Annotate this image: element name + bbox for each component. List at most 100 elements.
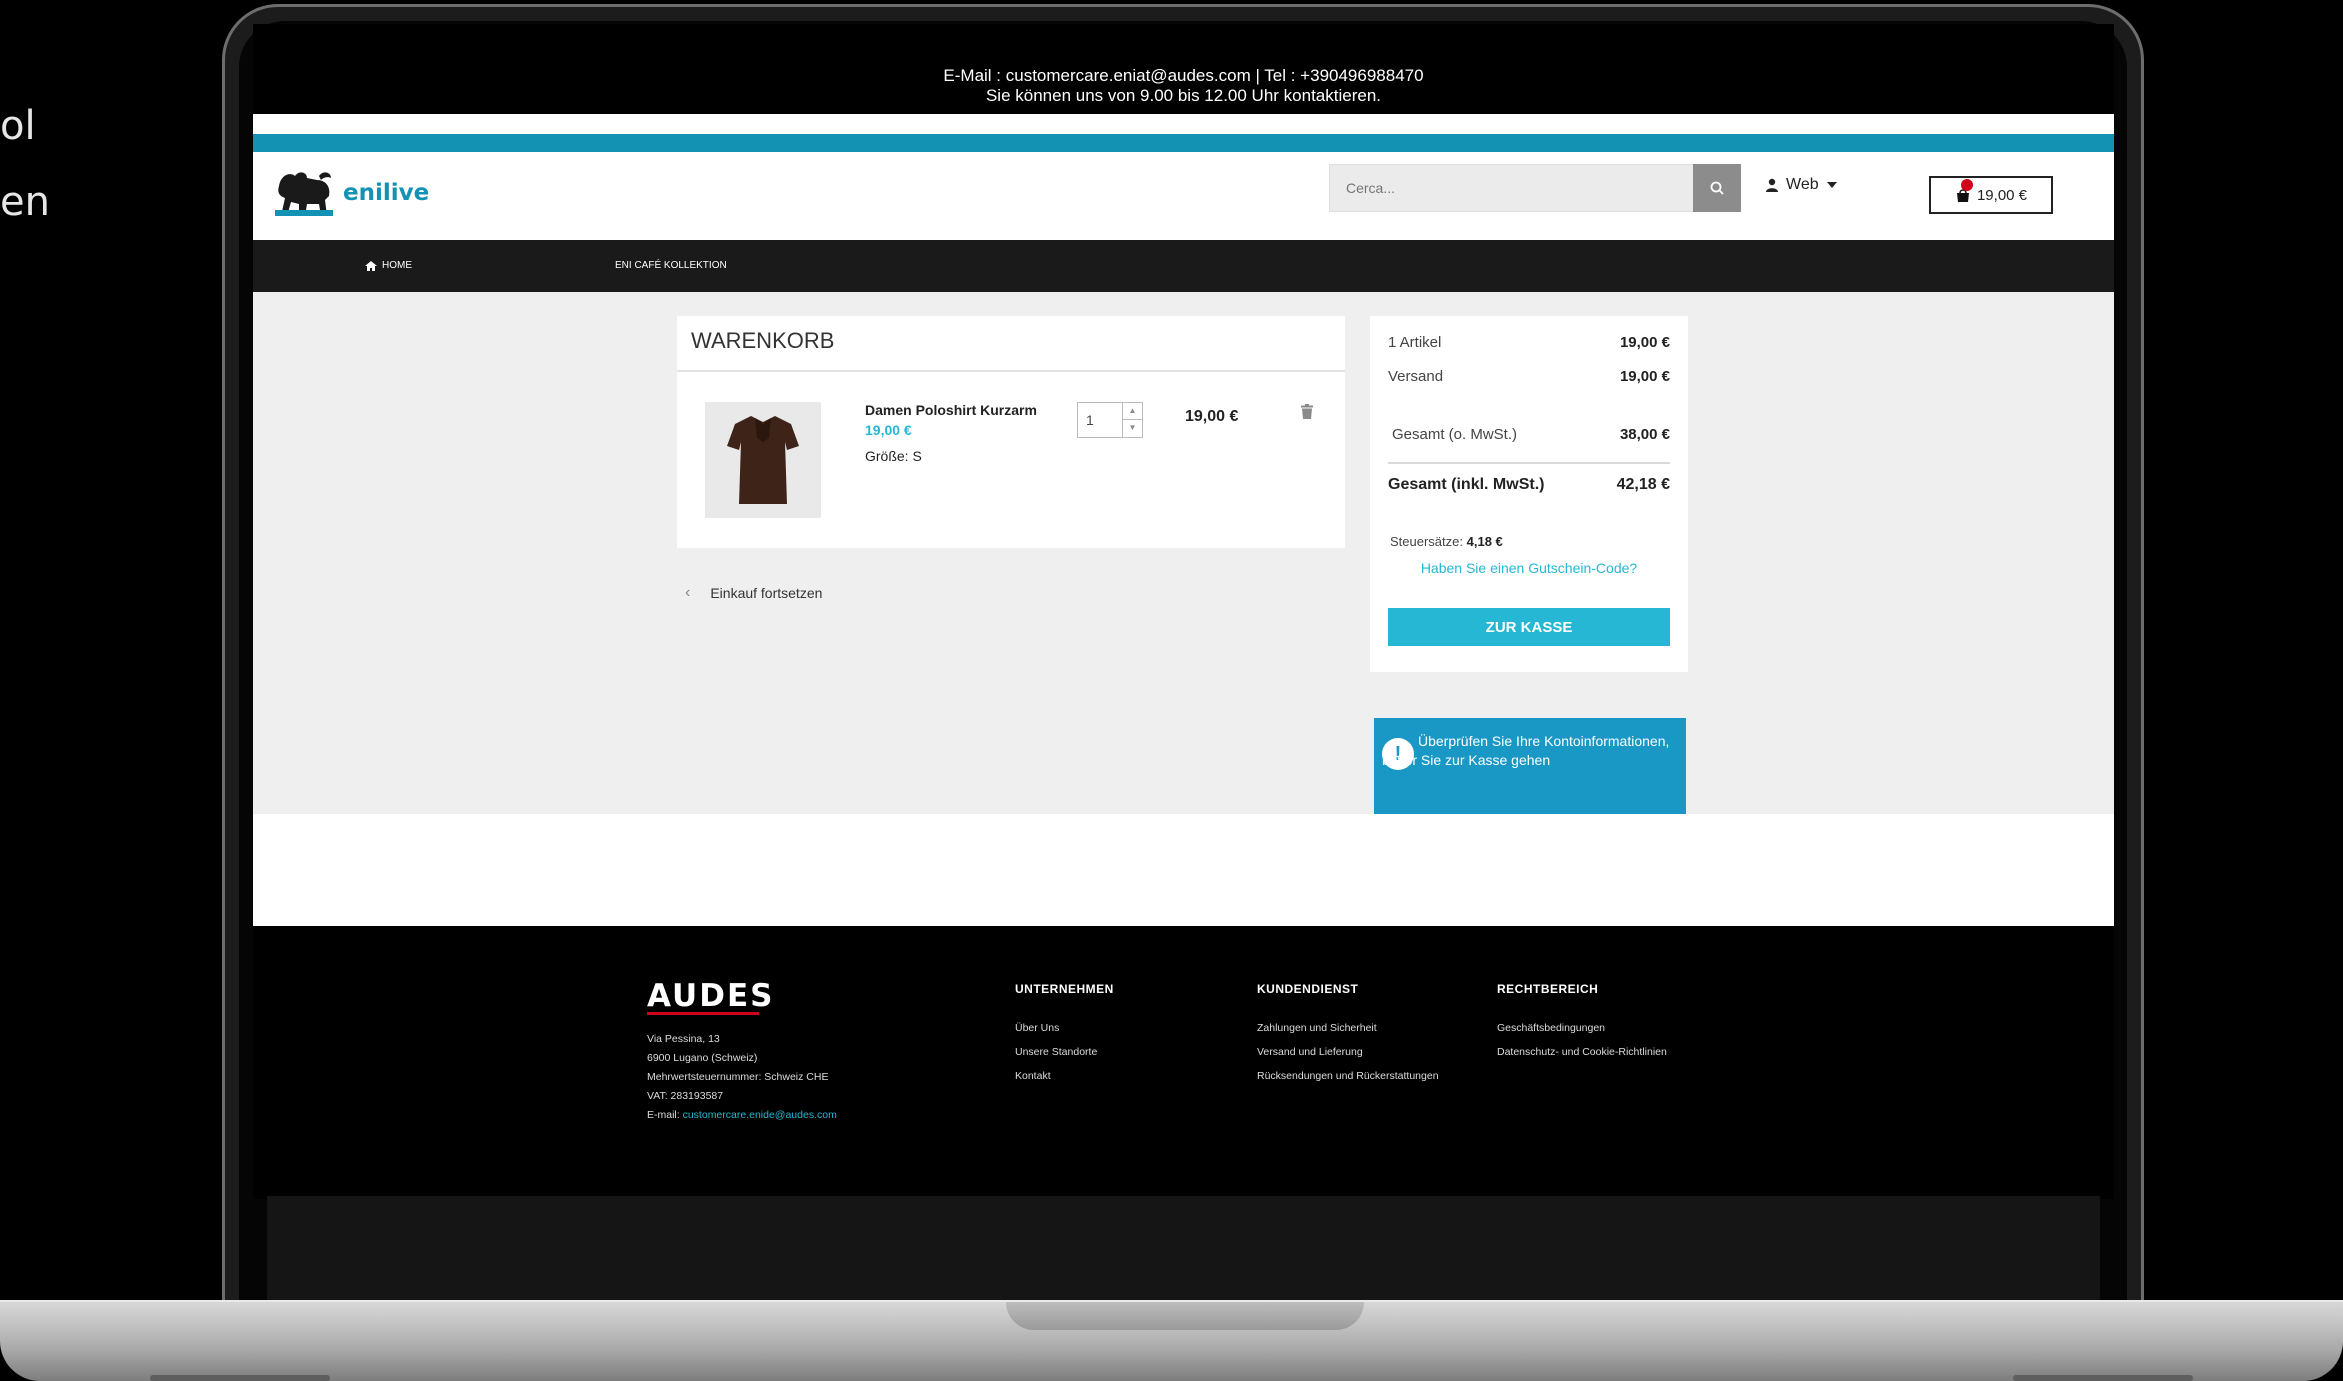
trash-icon [1301,404,1313,419]
address-line: VAT: 283193587 [647,1090,724,1102]
footer-column-unternehmen: UNTERNEHMEN Über Uns Unsere Standorte Ko… [1015,982,1114,1088]
checkout-button[interactable]: ZUR KASSE [1388,608,1670,646]
stage: ol en E-Mail : customercare.eniat@audes.… [0,0,2343,1381]
account-notice: ! Überprüfen Sie Ihre Kontoinformationen… [1374,718,1686,820]
search-icon [1710,181,1724,195]
laptop-base [0,1300,2343,1381]
cart-panel: WARENKORB Damen Poloshirt Kurzarm 19,00 … [677,316,1345,548]
summary-items-row: 1 Artikel 19,00 € [1388,334,1670,351]
divider [677,370,1345,372]
contact-line: E-Mail : customercare.eniat@audes.com | … [943,66,1424,85]
quantity-stepper: ▲ ▼ [1077,402,1143,438]
voucher-link[interactable]: Haben Sie einen Gutschein-Code? [1370,560,1688,576]
cart-page: WARENKORB Damen Poloshirt Kurzarm 19,00 … [253,292,2114,820]
nav-item-eni-cafe-kollektion[interactable]: ENI CAFÉ KOLLEKTION [615,260,727,271]
main-nav: HOME ENI CAFÉ KOLLEKTION [253,240,2114,292]
user-menu-label: Web [1786,176,1819,193]
search-button[interactable] [1693,164,1741,212]
footer-column-kundendienst: KUNDENDIENST Zahlungen und Sicherheit Ve… [1257,982,1439,1088]
cart-icon-wrap [1955,179,1973,203]
screen-bottom-bezel [267,1196,2100,1300]
site-logo[interactable]: enilive [273,166,429,220]
search-input[interactable] [1330,165,1650,211]
order-summary: 1 Artikel 19,00 € Versand 19,00 € Gesamt… [1370,316,1688,672]
quantity-decrease-button[interactable]: ▼ [1122,420,1142,437]
product-unit-price: 19,00 € [865,422,912,438]
header-spacer [253,114,2114,134]
footer-link[interactable]: Zahlungen und Sicherheit [1257,1016,1439,1040]
company-address: Via Pessina, 13 6900 Lugano (Schweiz) Me… [647,1030,837,1125]
dog-logo-icon [275,172,333,216]
footer-link[interactable]: Über Uns [1015,1016,1114,1040]
email-link[interactable]: customercare.enide@audes.com [683,1109,837,1121]
footer-column-title: RECHTBEREICH [1497,982,1599,996]
side-text-line: en [0,179,50,225]
tax-line: Steuersätze: 4,18 € [1390,534,1503,549]
contact-topbar: E-Mail : customercare.eniat@audes.com | … [253,24,2114,114]
footer-link[interactable]: Datenschutz- und Cookie-Richtlinien [1497,1040,1667,1064]
address-line: Via Pessina, 13 [647,1033,720,1045]
quantity-increase-button[interactable]: ▲ [1122,403,1142,420]
summary-gross-row: Gesamt (inkl. MwSt.) 42,18 € [1388,476,1670,494]
address-line: Mehrwertsteuernummer: Schweiz CHE [647,1071,829,1083]
summary-shipping-row: Versand 19,00 € [1388,368,1670,385]
hours-line: Sie können uns von 9.00 bis 12.00 Uhr ko… [985,86,1382,105]
laptop-screen: E-Mail : customercare.eniat@audes.com | … [253,24,2114,1199]
header-cart-total: 19,00 € [1976,186,2028,204]
accent-stripe [253,134,2114,152]
side-text-line: ol [0,103,36,149]
tax-value: 4,18 € [1466,534,1503,549]
cart-count-badge [1960,179,1973,191]
email-line: E-mail: customercare.enide@audes.com [647,1106,837,1125]
polo-shirt-image [727,416,799,504]
cropped-side-text: ol en [0,88,50,240]
quantity-input[interactable] [1078,403,1122,437]
divider [1388,462,1670,464]
line-total: 19,00 € [1185,408,1239,425]
summary-net-row: Gesamt (o. MwSt.) 38,00 € [1392,426,1670,443]
footer-link[interactable]: Kontakt [1015,1064,1114,1088]
site-footer: AUDES Via Pessina, 13 6900 Lugano (Schwe… [253,926,2114,1199]
footer-link[interactable]: Versand und Lieferung [1257,1040,1439,1064]
laptop-foot [2013,1375,2193,1381]
footer-column-title: KUNDENDIENST [1257,982,1359,996]
audes-logo-underline [647,1012,759,1015]
footer-link[interactable]: Geschäftsbedingungen [1497,1016,1667,1040]
email-label: E-mail: [647,1109,680,1121]
nav-item-home[interactable]: HOME [365,260,412,271]
product-name[interactable]: Damen Poloshirt Kurzarm [865,402,1037,418]
tax-label: Steuersätze: [1390,534,1463,549]
size-value: S [912,448,922,464]
content-spacer [253,814,2114,926]
search-box [1329,164,1697,212]
product-image[interactable] [705,402,821,518]
size-label: Größe: [865,448,909,464]
summary-gross-label: Gesamt (inkl. MwSt.) [1388,476,1545,493]
logo-wordmark: enilive [343,180,430,206]
summary-items-value: 19,00 € [1619,334,1670,351]
laptop-opening-notch [1006,1302,1364,1330]
footer-column-rechtbereich: RECHTBEREICH Geschäftsbedingungen Datens… [1497,982,1667,1064]
audes-logo[interactable]: AUDES [647,978,774,1014]
footer-link[interactable]: Rücksendungen und Rückerstattungen [1257,1064,1439,1088]
header-cart-button[interactable]: 19,00 € [1929,176,2053,214]
nav-item-label: HOME [382,260,412,271]
home-icon [365,260,377,271]
chevron-left-icon: ‹ [685,584,691,601]
caret-down-icon [1826,182,1837,188]
summary-items-label: 1 Artikel [1388,334,1442,351]
summary-gross-value: 42,18 € [1616,476,1670,493]
summary-net-label: Gesamt (o. MwSt.) [1392,426,1518,443]
remove-item-button[interactable] [1301,404,1313,424]
product-size: Größe: S [865,448,922,464]
site-header: enilive Web [253,152,2114,240]
summary-shipping-label: Versand [1388,368,1444,385]
user-icon [1766,178,1778,192]
cart-title: WARENKORB [691,328,835,353]
continue-shopping-link[interactable]: ‹ Einkauf fortsetzen [677,584,822,602]
footer-link[interactable]: Unsere Standorte [1015,1040,1114,1064]
user-menu[interactable]: Web [1766,176,1837,194]
continue-shopping-label: Einkauf fortsetzen [710,585,823,601]
notice-text: Überprüfen Sie Ihre Kontoinformationen, … [1382,733,1670,768]
laptop-foot [150,1375,330,1381]
